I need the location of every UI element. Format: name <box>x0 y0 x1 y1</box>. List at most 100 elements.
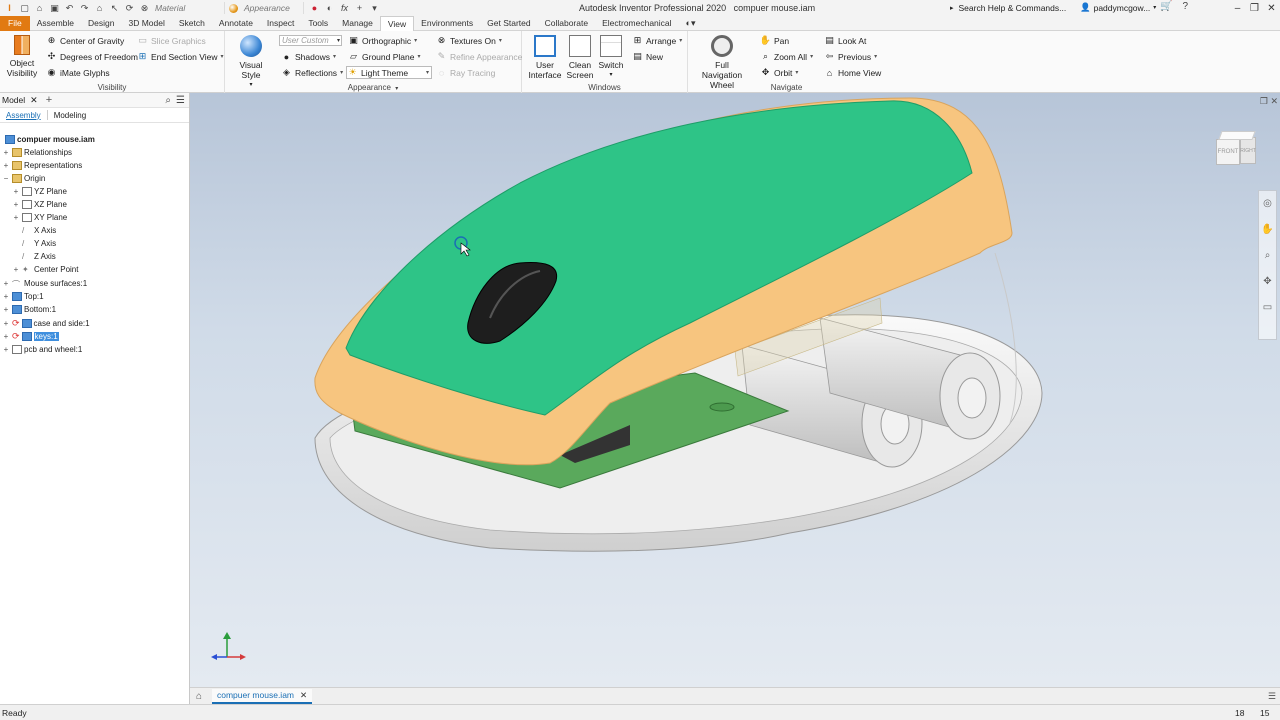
previous-view-button[interactable]: ⇦ Previous ▾ <box>824 50 877 63</box>
user-custom-combo[interactable]: User Custom ▾ <box>279 35 342 46</box>
pan-hand-icon[interactable]: ✋ <box>1259 217 1276 243</box>
ground-plane-button[interactable]: ▱ Ground Plane ▾ <box>348 50 420 63</box>
save-icon[interactable]: ▣ <box>48 2 61 14</box>
appearance-selector[interactable]: Appearance <box>242 2 304 14</box>
expand-icon[interactable]: + <box>12 187 20 196</box>
expand-icon[interactable]: + <box>2 279 10 288</box>
textures-on-button[interactable]: ⊗ Textures On ▾ <box>436 34 502 47</box>
select-icon[interactable]: ↖ <box>108 2 121 14</box>
minimize-button[interactable]: – <box>1229 0 1246 16</box>
home-view-button[interactable]: ⌂ Home View <box>824 66 882 79</box>
expand-icon[interactable]: + <box>2 305 10 314</box>
steering-wheel-icon[interactable]: ◎ <box>1259 191 1276 217</box>
tree-item-center-point[interactable]: + ✦ Center Point <box>12 263 79 275</box>
tab-3d-model[interactable]: 3D Model <box>122 16 172 31</box>
undo-icon[interactable]: ↶ <box>63 2 76 14</box>
look-at-button[interactable]: ▤ Look At <box>824 34 866 47</box>
visual-style-button[interactable]: Visual Style ▾ <box>231 35 271 90</box>
tree-item-x-axis[interactable]: / X Axis <box>12 224 56 236</box>
customize-icon[interactable]: ▾ <box>368 2 381 14</box>
slice-graphics-button[interactable]: ▭ Slice Graphics <box>137 34 206 47</box>
view-cube[interactable]: FRONT RIGHT <box>1214 131 1258 175</box>
tree-item-top[interactable]: + Top:1 <box>2 290 44 302</box>
close-icon[interactable]: ✕ <box>300 690 307 701</box>
zoom-icon[interactable]: ⌕ <box>1259 243 1276 269</box>
expand-icon[interactable]: + <box>2 292 10 301</box>
tree-item-case-and-side[interactable]: + ⟳ case and side:1 <box>2 317 90 329</box>
tree-item-relationships[interactable]: + Relationships <box>2 146 72 158</box>
update-icon[interactable]: ⟳ <box>123 2 136 14</box>
restore-button[interactable]: ❐ <box>1246 0 1263 16</box>
expand-icon[interactable]: + <box>12 265 20 274</box>
help-search-input[interactable]: Search Help & Commands... <box>959 3 1067 13</box>
tree-item-bottom[interactable]: + Bottom:1 <box>2 303 56 315</box>
ray-tracing-button[interactable]: ◌ Ray Tracing <box>436 66 496 79</box>
shadows-button[interactable]: ● Shadows ▾ <box>281 50 336 63</box>
app-logo-icon[interactable]: I <box>3 2 16 14</box>
imate-glyphs-button[interactable]: ◉ iMate Glyphs <box>46 66 110 79</box>
orthographic-button[interactable]: ▣ Orthographic ▾ <box>348 34 417 47</box>
expand-icon[interactable]: + <box>12 200 20 209</box>
full-navigation-wheel-button[interactable]: Full Navigation Wheel <box>694 35 750 90</box>
tree-item-pcb-and-wheel[interactable]: + pcb and wheel:1 <box>2 343 82 355</box>
tab-collaborate[interactable]: Collaborate <box>538 16 595 31</box>
cart-icon[interactable]: 🛒 <box>1160 1 1172 12</box>
switch-button[interactable]: Switch ▾ <box>597 35 625 80</box>
redo-icon[interactable]: ↷ <box>78 2 91 14</box>
pan-button[interactable]: ✋ Pan <box>760 34 789 47</box>
orbit-icon[interactable]: ✥ <box>1259 269 1276 295</box>
document-tab[interactable]: compuer mouse.iam ✕ <box>212 688 313 704</box>
help-icon[interactable]: ? <box>1182 1 1188 12</box>
tab-get-started[interactable]: Get Started <box>480 16 537 31</box>
expand-icon[interactable]: + <box>2 332 10 341</box>
tree-item-xz-plane[interactable]: + XZ Plane <box>12 198 67 210</box>
view-cube-right[interactable]: RIGHT <box>1240 137 1256 164</box>
user-interface-button[interactable]: User Interface <box>528 35 562 80</box>
zoom-all-button[interactable]: ⌕ Zoom All ▾ <box>760 50 813 63</box>
arrange-button[interactable]: ⊞ Arrange ▾ <box>632 34 683 47</box>
tree-item-representations[interactable]: + Representations <box>2 159 82 171</box>
add-browser-tab-icon[interactable]: + <box>46 94 52 106</box>
orbit-button[interactable]: ✥ Orbit ▾ <box>760 66 799 79</box>
close-button[interactable]: ✕ <box>1263 0 1280 16</box>
add-icon[interactable]: + <box>353 2 366 14</box>
appearance-panel-label[interactable]: Appearance ▾ <box>225 83 521 92</box>
subtab-assembly[interactable]: Assembly <box>4 111 43 120</box>
tree-item-xy-plane[interactable]: + XY Plane <box>12 211 67 223</box>
expand-icon[interactable]: + <box>2 161 10 170</box>
color-override-icon[interactable]: ● <box>308 2 321 14</box>
collapse-icon[interactable]: − <box>2 174 10 183</box>
center-of-gravity-button[interactable]: ⊕ Center of Gravity <box>46 34 125 47</box>
ribbon-options-icon[interactable]: ◐▾ <box>679 16 703 31</box>
expand-icon[interactable]: + <box>2 345 10 354</box>
tab-inspect[interactable]: Inspect <box>260 16 301 31</box>
reflections-button[interactable]: ◈ Reflections ▾ <box>281 66 343 79</box>
graphics-viewport[interactable]: ❐ ✕ FRONT RIGHT <box>190 93 1280 687</box>
tab-environments[interactable]: Environments <box>414 16 480 31</box>
tree-item-origin[interactable]: − Origin <box>2 172 45 184</box>
tree-item-yz-plane[interactable]: + YZ Plane <box>12 185 67 197</box>
new-window-button[interactable]: ▤ New <box>632 50 663 63</box>
home-icon[interactable]: ⌂ <box>93 2 106 14</box>
tab-file[interactable]: File <box>0 15 30 31</box>
tree-item-keys[interactable]: + ⟳ keys:1 <box>2 330 59 342</box>
home-icon[interactable]: ⌂ <box>190 691 208 702</box>
look-at-icon[interactable]: ▭ <box>1259 295 1276 321</box>
subtab-modeling[interactable]: Modeling <box>52 111 88 120</box>
tree-item-y-axis[interactable]: / Y Axis <box>12 237 56 249</box>
material-selector[interactable]: Material <box>153 2 225 14</box>
light-theme-combo[interactable]: ☀ Light Theme ▾ <box>346 66 432 79</box>
open-file-icon[interactable]: ⌂ <box>33 2 46 14</box>
object-visibility-button[interactable]: Object Visibility <box>4 35 40 78</box>
clean-screen-button[interactable]: Clean Screen <box>565 35 595 80</box>
tab-design[interactable]: Design <box>81 16 121 31</box>
view-cube-top[interactable] <box>1218 131 1256 140</box>
close-icon[interactable]: ✕ <box>30 95 38 106</box>
function-icon[interactable]: fx <box>338 2 351 14</box>
new-file-icon[interactable]: ▢ <box>18 2 31 14</box>
tab-electromechanical[interactable]: Electromechanical <box>595 16 678 31</box>
degrees-of-freedom-button[interactable]: ✣ Degrees of Freedom <box>46 50 138 63</box>
tree-item-z-axis[interactable]: / Z Axis <box>12 250 56 262</box>
tree-item-mouse-surfaces[interactable]: + ⌒ Mouse surfaces:1 <box>2 277 87 289</box>
expand-icon[interactable]: + <box>2 148 10 157</box>
